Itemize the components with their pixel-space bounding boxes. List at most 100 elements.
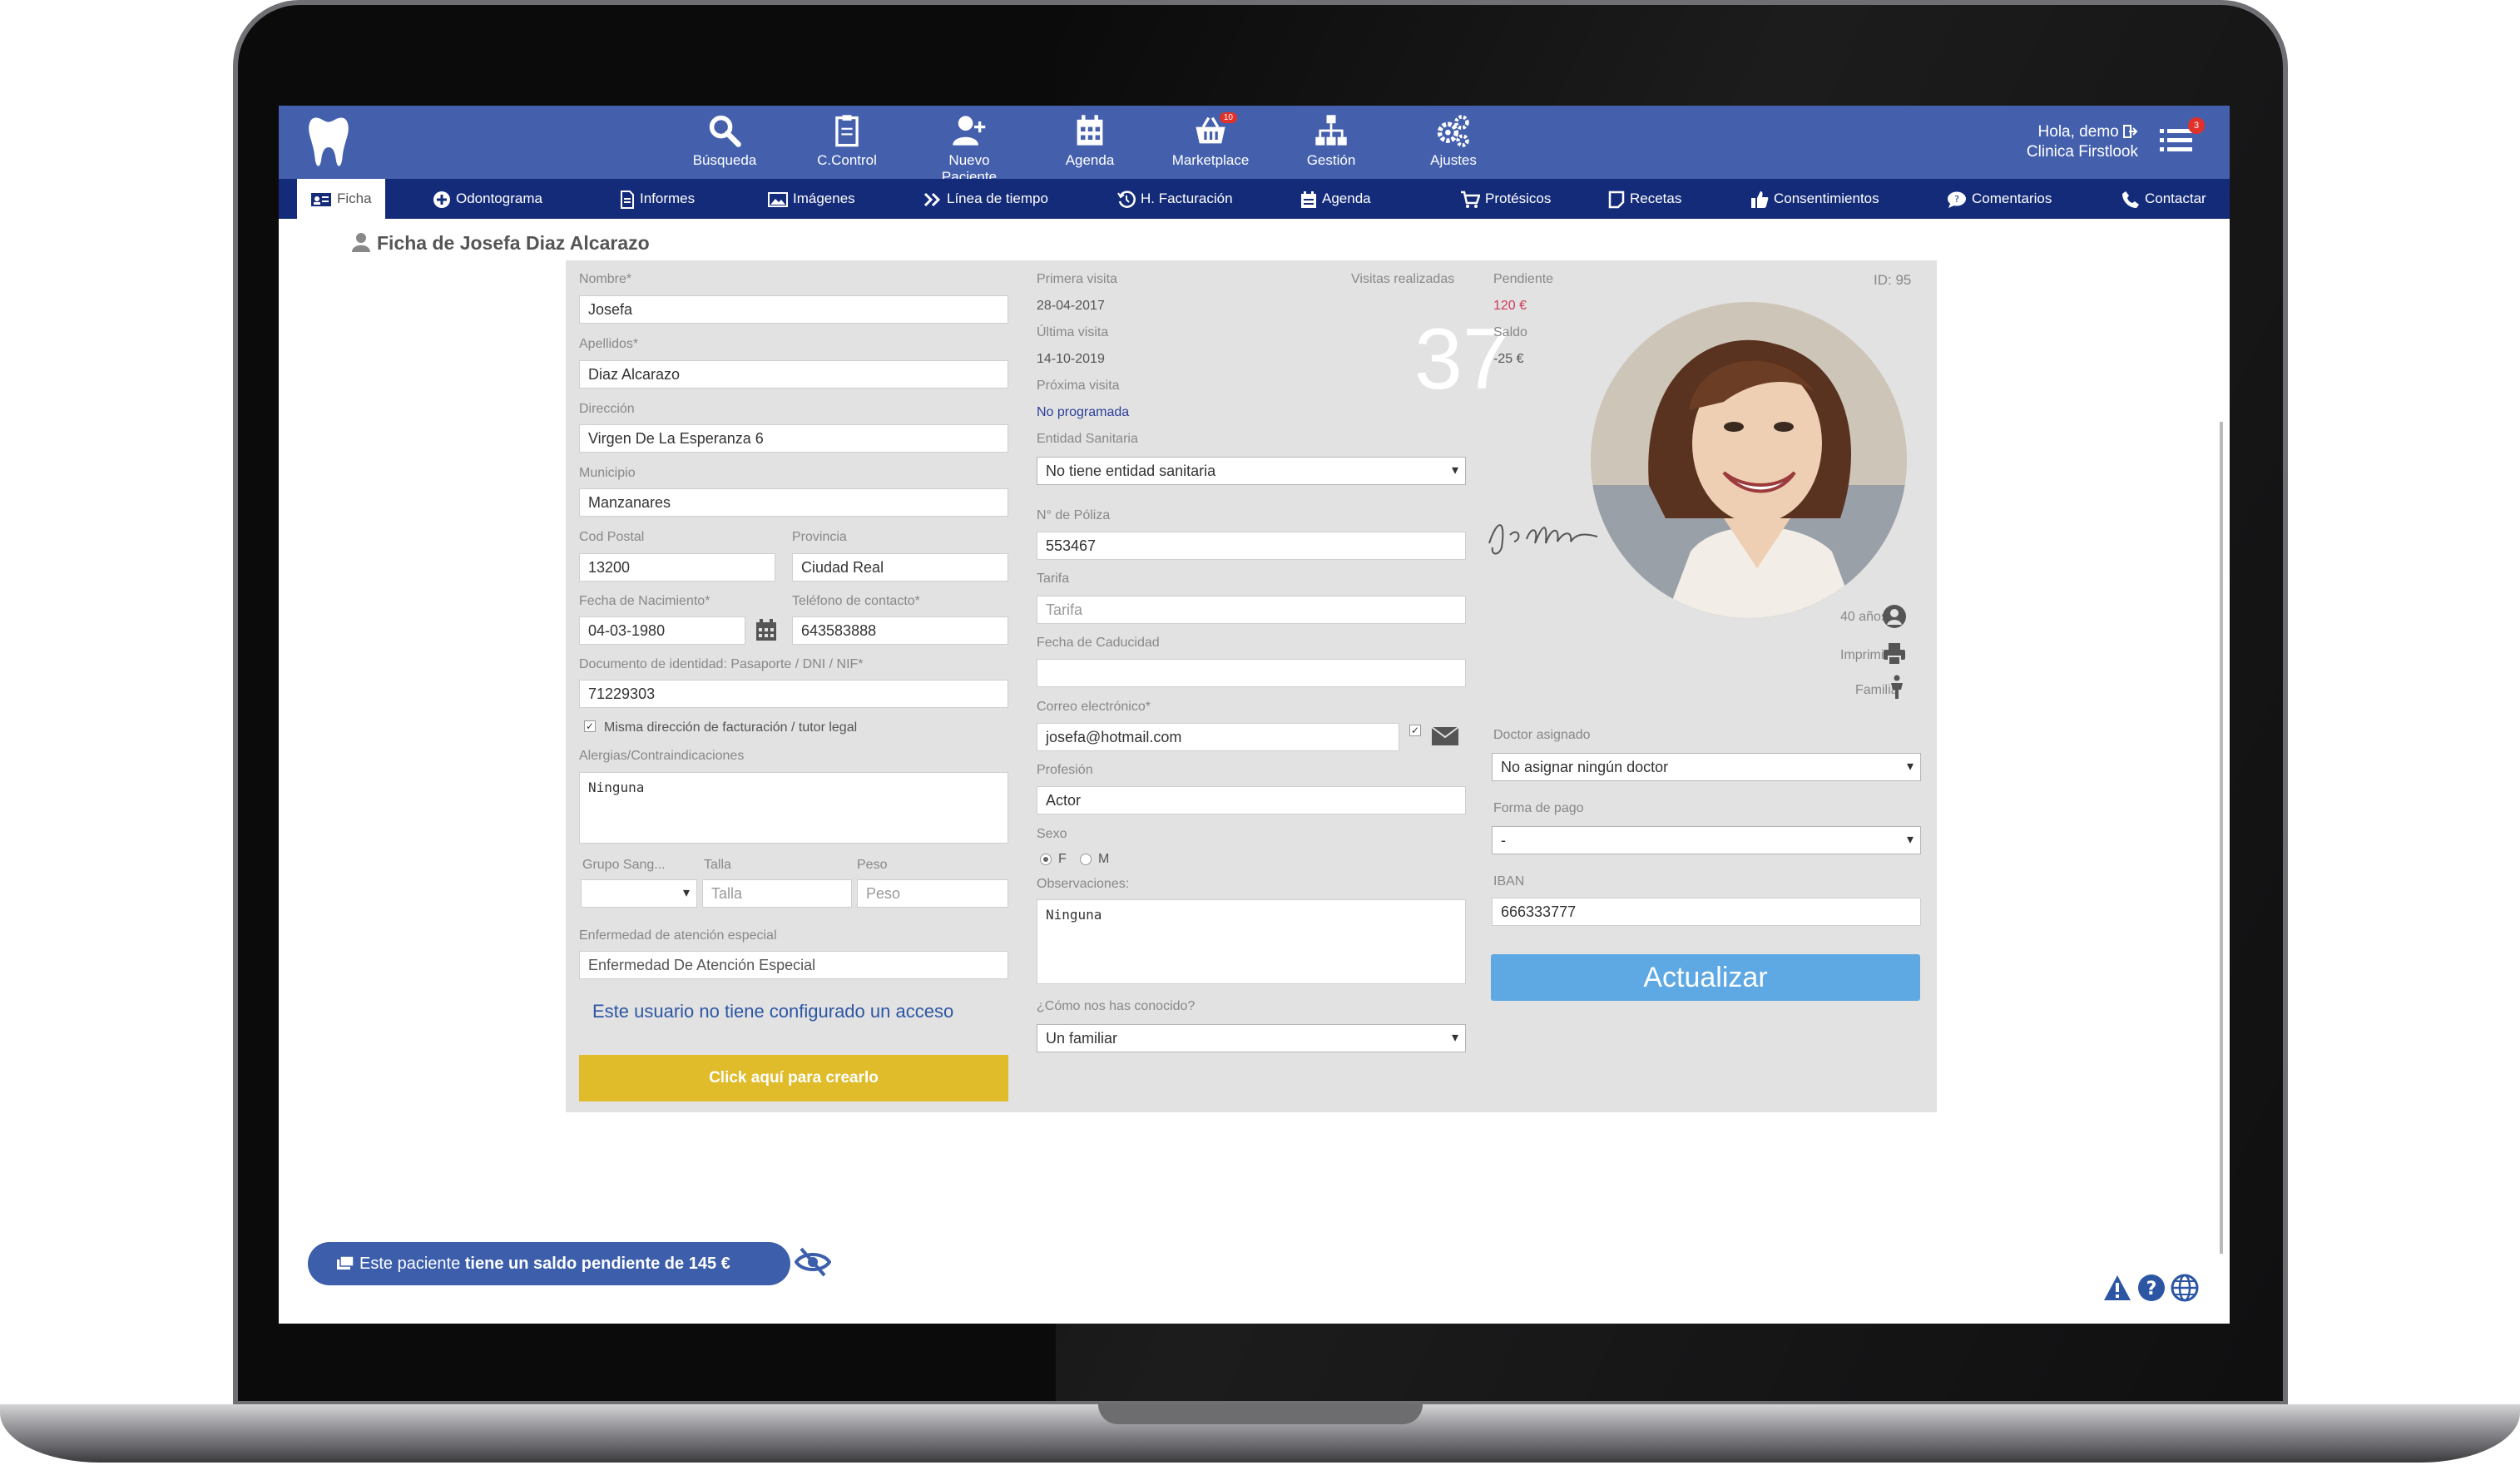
svg-text:?: ? xyxy=(2146,1279,2156,1299)
tab-protesicos[interactable]: Protésicos xyxy=(1460,179,1551,219)
tab-recetas[interactable]: Recetas xyxy=(1608,179,1681,219)
municipio-input[interactable]: Manzanares xyxy=(579,488,1008,517)
tab-imagenes[interactable]: Imágenes xyxy=(768,179,855,219)
profesion-input[interactable]: Actor xyxy=(1037,786,1466,814)
tarifa-label: Tarifa xyxy=(1037,572,1070,586)
tab-label: Recetas xyxy=(1630,191,1682,206)
nombre-input[interactable]: Josefa xyxy=(579,295,1008,324)
doctor-select[interactable]: No asignar ningún doctor xyxy=(1492,753,1921,781)
nav-marketplace[interactable]: 10 Marketplace xyxy=(1161,112,1260,169)
nav-gestion[interactable]: Gestión xyxy=(1281,112,1381,169)
patient-portrait-image xyxy=(1591,302,1907,618)
warning-icon[interactable] xyxy=(2102,1274,2132,1302)
profesion-label: Profesión xyxy=(1037,763,1093,777)
cp-input[interactable]: 13200 xyxy=(579,553,775,582)
comment-icon: ? xyxy=(1948,191,1966,208)
misma-direccion-label: Misma dirección de facturación / tutor l… xyxy=(604,720,858,735)
tab-comentarios[interactable]: ? Comentarios xyxy=(1947,179,2052,219)
tab-informes[interactable]: Informes xyxy=(620,179,695,219)
saldo-value: -25 € xyxy=(1493,352,1524,366)
tooth-logo-icon[interactable] xyxy=(307,116,350,171)
nacimiento-input[interactable]: 04-03-1980 xyxy=(579,616,745,645)
pendiente-value: 120 € xyxy=(1493,299,1527,313)
eye-slash-icon[interactable] xyxy=(795,1245,831,1279)
peso-label: Peso xyxy=(857,858,888,872)
peso-input[interactable]: Peso xyxy=(857,879,1008,908)
nav-busqueda[interactable]: Búsqueda xyxy=(675,112,775,169)
globe-icon[interactable] xyxy=(2170,1274,2200,1302)
patient-card: Nombre* Josefa Apellidos* Diaz Alcarazo … xyxy=(566,260,1937,1112)
talla-input[interactable]: Talla xyxy=(702,879,852,908)
laptop-notch xyxy=(1098,1404,1423,1424)
calendar-icon xyxy=(1301,191,1316,208)
direccion-label: Dirección xyxy=(579,402,635,416)
caducidad-input[interactable] xyxy=(1037,659,1466,687)
enfermedad-input[interactable]: Enfermedad De Atención Especial xyxy=(579,951,1008,979)
tab-consentimientos[interactable]: Consentimientos xyxy=(1750,179,1879,219)
tab-label: Agenda xyxy=(1322,191,1371,206)
help-icon[interactable]: ? xyxy=(2136,1274,2166,1302)
patient-tabs-bar: Ficha Odontograma Informes Imágenes Líne… xyxy=(279,179,2230,219)
observaciones-textarea[interactable]: Ninguna xyxy=(1037,899,1466,984)
correo-input[interactable]: josefa@hotmail.com xyxy=(1037,723,1399,751)
correo-checkbox[interactable]: ✓ xyxy=(1409,725,1421,736)
nav-agenda[interactable]: Agenda xyxy=(1040,112,1140,169)
misma-direccion-checkbox[interactable]: ✓ xyxy=(584,720,596,732)
nav-ccontrol[interactable]: C.Control xyxy=(797,112,897,169)
entidad-select[interactable]: No tiene entidad sanitaria xyxy=(1037,457,1466,485)
patient-photo[interactable] xyxy=(1591,302,1907,618)
pago-select[interactable]: - xyxy=(1492,826,1921,854)
pending-balance-notice[interactable]: Este paciente tiene un saldo pendiente d… xyxy=(308,1242,790,1285)
create-access-button[interactable]: Click aquí para crearlo xyxy=(579,1055,1008,1101)
nav-nuevo-paciente[interactable]: Nuevo Paciente xyxy=(919,112,1019,186)
tab-label: Comentarios xyxy=(1972,191,2052,206)
alergias-textarea[interactable]: Ninguna xyxy=(579,772,1008,844)
nav-ajustes[interactable]: Ajustes xyxy=(1404,112,1503,169)
add-user-icon xyxy=(953,116,986,146)
telefono-input[interactable]: 643583888 xyxy=(792,616,1008,645)
user-greeting[interactable]: Hola, demo Clinica Firstlook xyxy=(2027,122,2138,162)
conocido-label: ¿Cómo nos has conocido? xyxy=(1037,999,1196,1013)
tab-contactar[interactable]: Contactar xyxy=(2121,179,2206,219)
tab-h-facturacion[interactable]: H. Facturación xyxy=(1117,179,1233,219)
grupo-select[interactable] xyxy=(581,879,697,908)
sexo-m-radio[interactable] xyxy=(1080,854,1092,865)
poliza-input[interactable]: 553467 xyxy=(1037,532,1466,560)
documento-input[interactable]: 71229303 xyxy=(579,680,1008,708)
tab-agenda[interactable]: Agenda xyxy=(1300,179,1371,219)
user-circle-icon xyxy=(1883,605,1906,628)
iban-input[interactable]: 666333777 xyxy=(1492,898,1921,926)
app-screen: Búsqueda C.Control Nuevo Paciente Agenda… xyxy=(279,106,2230,1324)
note-icon xyxy=(1608,191,1625,208)
ultima-visita-value: 14-10-2019 xyxy=(1037,352,1105,366)
nav-label: Búsqueda xyxy=(692,152,757,168)
conocido-select[interactable]: Un familiar xyxy=(1037,1024,1466,1052)
correo-label: Correo electrónico* xyxy=(1037,700,1151,714)
apellidos-input[interactable]: Diaz Alcarazo xyxy=(579,360,1008,389)
logout-icon[interactable] xyxy=(2123,125,2138,138)
direccion-input[interactable]: Virgen De La Esperanza 6 xyxy=(579,424,1008,453)
family-icon[interactable] xyxy=(1889,675,1905,700)
primera-visita-label: Primera visita xyxy=(1037,272,1117,286)
nav-label: Marketplace xyxy=(1171,152,1250,168)
envelope-icon[interactable] xyxy=(1431,726,1459,746)
calendar-icon[interactable] xyxy=(755,618,777,641)
update-button[interactable]: Actualizar xyxy=(1491,954,1920,1001)
clinic-name: Clinica Firstlook xyxy=(2026,143,2138,161)
page-scrollbar[interactable] xyxy=(2220,422,2223,1254)
calendar-icon xyxy=(1077,115,1103,146)
image-icon xyxy=(768,191,788,207)
user-icon xyxy=(352,233,370,252)
sexo-m-label: M xyxy=(1098,852,1110,866)
print-icon[interactable] xyxy=(1882,641,1907,666)
observaciones-label: Observaciones: xyxy=(1037,877,1130,891)
id-card-icon xyxy=(311,192,331,206)
provincia-input[interactable]: Ciudad Real xyxy=(792,553,1008,582)
tab-linea-tiempo[interactable]: Línea de tiempo xyxy=(923,179,1048,219)
tarifa-input[interactable]: Tarifa xyxy=(1037,596,1466,624)
tab-odontograma[interactable]: Odontograma xyxy=(433,179,542,219)
tab-ficha[interactable]: Ficha xyxy=(297,179,385,219)
access-note: Este usuario no tiene configurado un acc… xyxy=(592,1001,954,1022)
sexo-f-radio[interactable] xyxy=(1040,854,1052,865)
doctor-label: Doctor asignado xyxy=(1493,728,1591,742)
